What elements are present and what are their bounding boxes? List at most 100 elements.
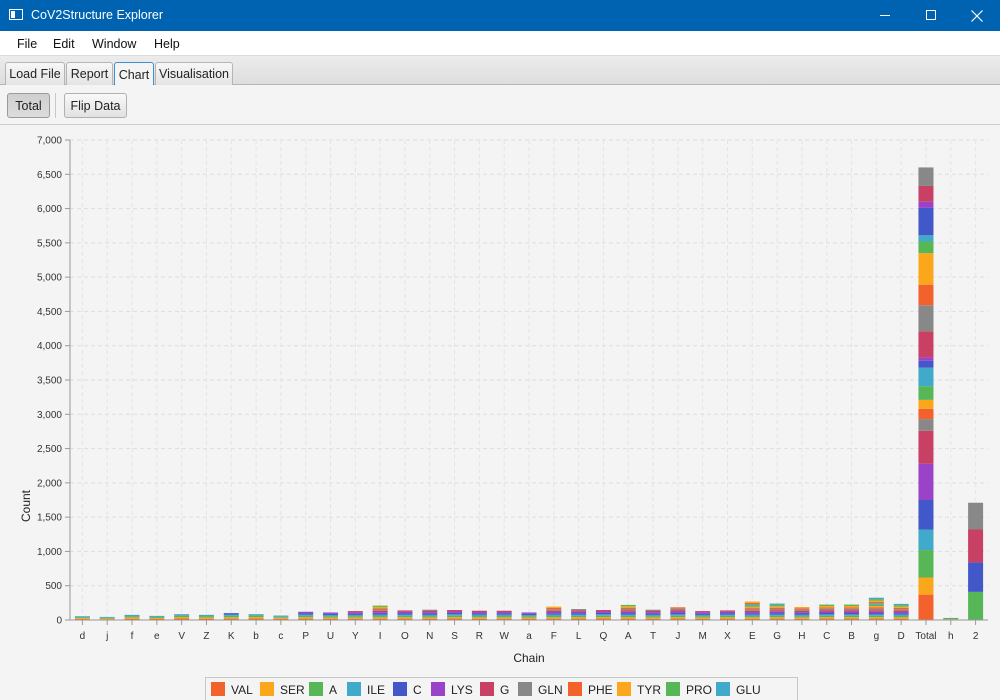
- bar-G[interactable]: [769, 603, 785, 620]
- bar-segment: [74, 617, 90, 619]
- bar-segment: [744, 601, 760, 603]
- bar-segment: [347, 613, 363, 615]
- bar-segment: [695, 614, 711, 617]
- x-tick-label: N: [426, 631, 433, 642]
- bar-d[interactable]: [74, 616, 90, 620]
- bar-segment: [571, 609, 587, 611]
- bar-segment: [918, 357, 934, 361]
- bar-segment: [347, 611, 363, 613]
- bar-O[interactable]: [397, 610, 413, 620]
- bar-segment: [496, 613, 512, 615]
- menu-edit[interactable]: Edit: [53, 37, 75, 51]
- bar-segment: [99, 616, 115, 618]
- bar-segment: [471, 610, 487, 613]
- chart-grid: [70, 139, 988, 620]
- bar-I[interactable]: [372, 605, 388, 620]
- bar-segment: [397, 615, 413, 618]
- bar-C[interactable]: [819, 604, 835, 620]
- menu-window[interactable]: Window: [92, 37, 136, 51]
- bar-segment: [794, 606, 810, 609]
- bar-H[interactable]: [794, 606, 810, 620]
- bar-segment: [546, 615, 562, 618]
- bar-segment: [670, 611, 686, 613]
- bar-D[interactable]: [893, 603, 909, 620]
- bar-segment: [223, 614, 239, 616]
- bar-segment: [372, 608, 388, 610]
- tab-chart[interactable]: Chart: [114, 62, 154, 86]
- bar-Total[interactable]: [918, 167, 934, 620]
- bar-segment: [868, 606, 884, 608]
- bar-Q[interactable]: [595, 610, 611, 620]
- bar-V[interactable]: [174, 614, 190, 620]
- tab-visualisation[interactable]: Visualisation: [155, 62, 233, 85]
- bar-F[interactable]: [546, 606, 562, 620]
- bar-c[interactable]: [273, 615, 289, 620]
- bar-2[interactable]: [968, 502, 984, 620]
- menu-file[interactable]: File: [17, 37, 37, 51]
- bar-segment: [794, 616, 810, 618]
- bar-f[interactable]: [124, 614, 140, 620]
- x-tick-label: G: [773, 631, 781, 642]
- bar-a[interactable]: [521, 612, 537, 620]
- bar-segment: [447, 612, 463, 615]
- legend-swatch: [480, 682, 494, 696]
- bar-segment: [298, 615, 314, 618]
- bar-b[interactable]: [248, 614, 264, 620]
- bar-segment: [744, 614, 760, 617]
- bar-S[interactable]: [447, 610, 463, 620]
- bar-R[interactable]: [471, 610, 487, 620]
- bar-E[interactable]: [744, 601, 760, 620]
- minimize-button[interactable]: [862, 0, 908, 31]
- y-tick-label: 3,500: [37, 376, 62, 387]
- bar-segment: [198, 616, 214, 618]
- bar-g[interactable]: [868, 597, 884, 620]
- bar-K[interactable]: [223, 613, 239, 620]
- bar-segment: [595, 610, 611, 612]
- x-tick-label: K: [228, 631, 235, 642]
- bar-Z[interactable]: [198, 614, 214, 620]
- bar-segment: [645, 612, 661, 614]
- bar-segment: [372, 609, 388, 611]
- bar-T[interactable]: [645, 609, 661, 620]
- bar-segment: [571, 617, 587, 619]
- title-bar: CoV2Structure Explorer: [0, 0, 1000, 31]
- total-toggle-button[interactable]: Total: [7, 93, 50, 118]
- bar-M[interactable]: [695, 611, 711, 620]
- y-tick-label: 0: [56, 616, 62, 627]
- bar-segment: [769, 603, 785, 605]
- maximize-button[interactable]: [908, 0, 954, 31]
- bar-segment: [620, 607, 636, 610]
- legend-swatch: [431, 682, 445, 696]
- bar-segment: [868, 608, 884, 611]
- menu-help[interactable]: Help: [154, 37, 180, 51]
- bar-P[interactable]: [298, 611, 314, 620]
- tab-report[interactable]: Report: [66, 62, 113, 85]
- bar-segment: [893, 615, 909, 618]
- close-button[interactable]: [954, 0, 1000, 31]
- bar-Y[interactable]: [347, 611, 363, 620]
- bar-segment: [819, 614, 835, 616]
- bar-W[interactable]: [496, 610, 512, 620]
- bar-e[interactable]: [149, 615, 165, 620]
- bar-segment: [918, 399, 934, 409]
- bar-U[interactable]: [323, 612, 339, 620]
- y-tick-label: 6,000: [37, 204, 62, 215]
- tab-load-file[interactable]: Load File: [5, 62, 65, 85]
- bar-A[interactable]: [620, 604, 636, 620]
- bar-segment: [248, 614, 264, 616]
- app-window-icon: [9, 9, 23, 20]
- bar-segment: [918, 419, 934, 431]
- x-tick-label: T: [650, 631, 656, 642]
- y-tick-label: 1,000: [37, 547, 62, 558]
- bar-B[interactable]: [844, 604, 860, 620]
- bar-L[interactable]: [571, 609, 587, 620]
- bar-J[interactable]: [670, 607, 686, 620]
- bar-X[interactable]: [719, 610, 735, 620]
- flip-data-button[interactable]: Flip Data: [64, 93, 127, 118]
- y-tick-label: 3,000: [37, 410, 62, 421]
- bar-segment: [968, 529, 984, 563]
- bar-segment: [844, 610, 860, 612]
- bar-N[interactable]: [422, 609, 438, 620]
- bar-segment: [695, 616, 711, 618]
- y-tick-label: 4,500: [37, 307, 62, 318]
